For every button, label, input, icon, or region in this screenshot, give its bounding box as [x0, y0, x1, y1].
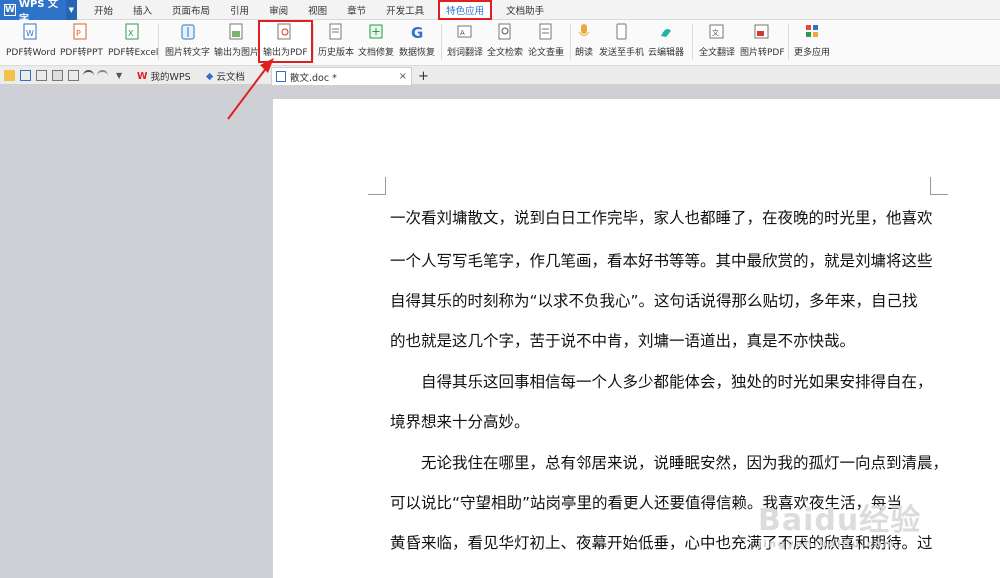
- margin-corner-mark: [368, 177, 386, 195]
- full-translate-icon: 文: [708, 22, 726, 42]
- preview-icon[interactable]: [68, 70, 79, 81]
- ribbon-divider: [313, 24, 314, 60]
- print-icon[interactable]: [52, 70, 63, 81]
- translate-icon: A: [456, 22, 474, 42]
- data-recovery-icon: G: [408, 22, 426, 42]
- image-to-pdf-button[interactable]: 图片转PDF: [740, 22, 785, 62]
- svg-text:X: X: [128, 29, 134, 38]
- export-pdf-icon: [276, 22, 294, 42]
- chevron-down-icon[interactable]: ▼: [65, 0, 77, 20]
- tab-developer[interactable]: 开发工具: [376, 0, 434, 19]
- pdf-to-excel-button[interactable]: X PDF转Excel: [108, 22, 158, 62]
- image-to-text-icon: [179, 22, 197, 42]
- menu-bar: W WPS 文字 ▼ 开始 插入 页面布局 引用 审阅 视图 章节 开发工具 特…: [0, 0, 1000, 25]
- app-menu-button[interactable]: W WPS 文字 ▼: [0, 0, 77, 25]
- add-tab-icon[interactable]: +: [414, 67, 433, 85]
- apps-grid-icon: [803, 22, 821, 42]
- svg-text:A: A: [460, 29, 465, 37]
- wps-logo-icon: W: [4, 4, 16, 16]
- export-image-icon: [228, 22, 246, 42]
- paragraph-line: 一次看刘墉散文，说到白日工作完毕，家人也都睡了，在夜晚的时光里，他喜欢: [390, 209, 933, 227]
- image-to-pdf-icon: [753, 22, 771, 42]
- image-to-text-button[interactable]: 图片转文字: [165, 22, 210, 62]
- close-icon[interactable]: ×: [399, 71, 407, 82]
- paragraph-line: 的也就是这几个字，苦于说不中肯，刘墉一语道出，真是不亦快哉。: [390, 332, 856, 350]
- cloud-doc-icon: ◆: [206, 70, 214, 82]
- undo-icon[interactable]: [83, 70, 94, 76]
- svg-text:W: W: [26, 29, 34, 38]
- full-text-search-button[interactable]: 全文检索: [487, 22, 523, 62]
- wps-logo-icon: W: [137, 70, 148, 82]
- tab-special-apps[interactable]: 特色应用: [438, 0, 493, 20]
- annotation-arrow-icon: [227, 58, 274, 120]
- svg-text:P: P: [76, 29, 81, 38]
- tab-insert[interactable]: 插入: [123, 0, 162, 19]
- watermark-logo-text: Baidu经验: [758, 503, 922, 538]
- document-tab-bar: ▼ W 我的WPS ◆ 云文档 散文.doc * × +: [0, 66, 1000, 85]
- plagiarism-icon: [537, 22, 555, 42]
- watermark-url: jingyan.baidu.com: [758, 539, 896, 550]
- tab-chapter[interactable]: 章节: [337, 0, 376, 19]
- history-icon: [327, 22, 345, 42]
- paragraph-line: 自得其乐这回事相信每一个人多少都能体会，独处的时光如果安排得自在，: [390, 373, 933, 391]
- pdf-to-ppt-icon: P: [72, 22, 90, 42]
- read-aloud-button[interactable]: 朗读: [575, 22, 593, 62]
- svg-text:文: 文: [712, 28, 719, 37]
- save-icon[interactable]: [20, 70, 31, 81]
- microphone-icon: [575, 22, 593, 42]
- paragraph-line: 无论我住在哪里，总有邻居来说，说睡眠安然，因为我的孤灯一向点到清晨，: [390, 454, 949, 472]
- word-translate-button[interactable]: A 划词翻译: [447, 22, 483, 62]
- ribbon-divider: [441, 24, 442, 60]
- doc-repair-button[interactable]: 文档修复: [358, 22, 394, 62]
- paragraph-line: 境界想来十分高妙。: [390, 413, 530, 431]
- cloud-editor-icon: [657, 22, 675, 42]
- plagiarism-check-button[interactable]: 论文查重: [528, 22, 564, 62]
- repair-icon: [367, 22, 385, 42]
- tab-home[interactable]: 开始: [77, 0, 123, 19]
- open-folder-icon[interactable]: [4, 70, 15, 81]
- full-translate-button[interactable]: 文 全文翻译: [699, 22, 735, 62]
- margin-corner-mark: [930, 177, 948, 195]
- more-apps-button[interactable]: 更多应用: [794, 22, 830, 62]
- cloud-editor-button[interactable]: 云编辑器: [648, 22, 684, 62]
- pdf-to-word-button[interactable]: W PDF转Word: [6, 22, 56, 62]
- ribbon-divider: [158, 24, 159, 60]
- ribbon-divider: [692, 24, 693, 60]
- tab-document[interactable]: 散文.doc * ×: [271, 67, 412, 85]
- tab-references[interactable]: 引用: [220, 0, 259, 19]
- pdf-to-excel-icon: X: [124, 22, 142, 42]
- tab-my-wps[interactable]: W 我的WPS: [133, 67, 195, 85]
- ribbon-divider: [788, 24, 789, 60]
- send-to-phone-button[interactable]: 发送至手机: [599, 22, 644, 62]
- tab-doc-assistant[interactable]: 文档助手: [496, 0, 554, 19]
- tab-page-layout[interactable]: 页面布局: [162, 0, 220, 19]
- data-recovery-button[interactable]: G 数据恢复: [399, 22, 435, 62]
- search-icon: [496, 22, 514, 42]
- export-icon[interactable]: [36, 70, 47, 81]
- send-phone-icon: [613, 22, 631, 42]
- redo-icon[interactable]: [97, 70, 108, 76]
- tab-view[interactable]: 视图: [298, 0, 337, 19]
- paragraph-line: 一个人写写毛笔字，作几笔画，看本好书等等。其中最欣赏的，就是刘墉将这些: [390, 252, 933, 270]
- pdf-to-ppt-button[interactable]: P PDF转PPT: [60, 22, 103, 62]
- svg-text:G: G: [411, 24, 423, 41]
- history-version-button[interactable]: 历史版本: [318, 22, 354, 62]
- tab-review[interactable]: 审阅: [259, 0, 298, 19]
- pdf-to-word-icon: W: [22, 22, 40, 42]
- paragraph-line: 自得其乐的时刻称为“以求不负我心”。这句话说得那么贴切，多年来，自己找: [390, 292, 918, 310]
- baidu-watermark: Baidu经验 jingyan.baidu.com: [758, 495, 921, 550]
- ribbon-divider: [570, 24, 571, 60]
- chevron-down-icon[interactable]: ▼: [116, 70, 127, 81]
- ribbon-toolbar: W PDF转Word P PDF转PPT X PDF转Excel 图片转文字 输…: [0, 20, 1000, 66]
